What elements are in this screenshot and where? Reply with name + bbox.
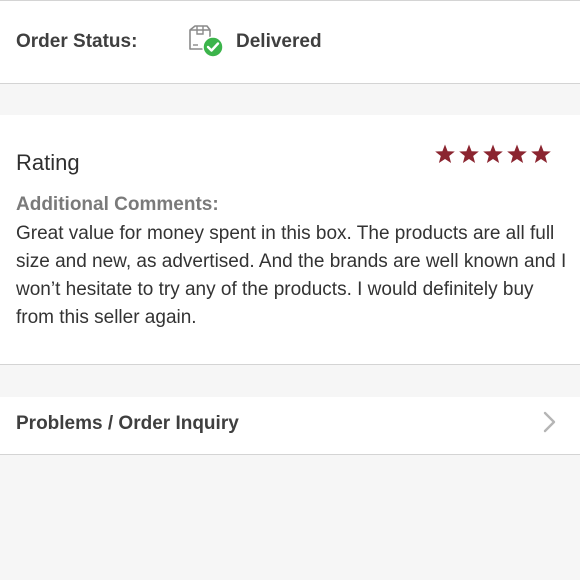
order-status-card: Order Status: Delivered <box>0 0 580 84</box>
star-icon <box>459 144 479 163</box>
star-rating <box>434 143 552 165</box>
star-icon <box>531 144 551 163</box>
order-status-label: Order Status: <box>16 31 138 52</box>
star-icon <box>507 144 527 163</box>
additional-comments-label: Additional Comments: <box>16 194 219 215</box>
order-status-value: Delivered <box>236 31 322 52</box>
rating-label: Rating <box>16 150 80 175</box>
star-icon <box>435 144 455 163</box>
rating-card: Rating Additional Comments: Great value … <box>0 115 580 365</box>
chevron-right-icon <box>543 411 556 433</box>
additional-comments-text: Great value for money spent in this box.… <box>16 223 567 328</box>
problems-order-inquiry-label: Problems / Order Inquiry <box>16 413 239 434</box>
star-icon <box>483 144 503 163</box>
delivered-box-check-icon <box>189 25 224 58</box>
problems-order-inquiry-row[interactable]: Problems / Order Inquiry <box>0 397 580 455</box>
